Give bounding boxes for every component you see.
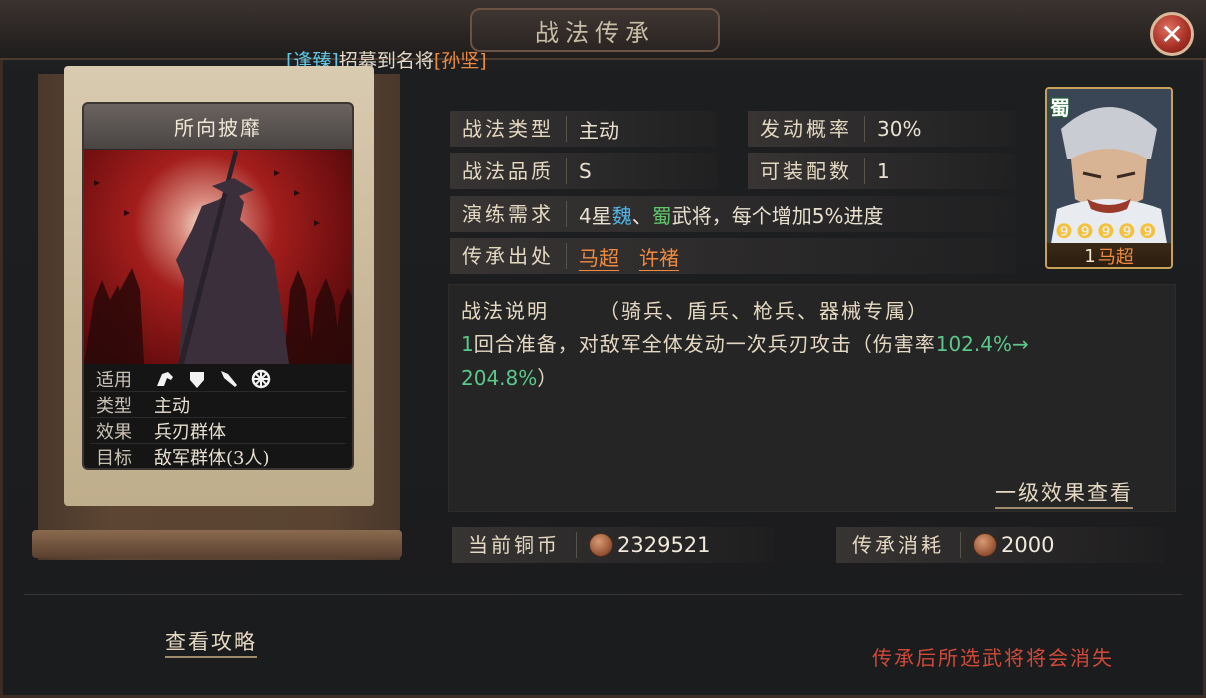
copper-coin-icon	[589, 533, 613, 557]
description-close: ）	[537, 366, 559, 390]
general-name-plate: 1 马超	[1047, 243, 1171, 268]
origin-link-xuchu[interactable]: 许褚	[639, 245, 679, 271]
inherit-cost-row: 传承消耗 2000	[836, 527, 1164, 563]
skill-quality-value: S	[579, 159, 592, 183]
general-name: 马超	[1097, 247, 1134, 268]
general-level: 1	[1084, 245, 1096, 267]
training-requirement-row: 演练需求 4星魏、蜀武将，每个增加5%进度	[450, 196, 1016, 232]
footer-divider	[24, 594, 1182, 595]
training-requirement-label: 演练需求	[450, 201, 567, 227]
troop-type-icons	[154, 368, 272, 390]
skill-quality-row: 战法品质 S	[450, 153, 718, 189]
skill-quality-label: 战法品质	[450, 158, 567, 184]
trigger-rate-value: 30%	[877, 117, 922, 141]
trigger-rate-row: 发动概率 30%	[748, 111, 1016, 147]
skill-type-row: 战法类型 主动	[450, 111, 718, 147]
target-value: 敌军群体(3人)	[154, 448, 270, 469]
star-icon: ❾	[1117, 219, 1136, 243]
train-shu: 蜀	[651, 203, 672, 228]
equip-count-label: 可装配数	[748, 158, 865, 184]
inherit-cost-label: 传承消耗	[836, 532, 961, 558]
faction-badge: 蜀	[1050, 96, 1070, 120]
cavalry-icon	[157, 371, 173, 386]
skill-origin-links: 马超 许褚	[567, 242, 699, 271]
close-icon: ✕	[1160, 17, 1184, 51]
inherit-warning: 传承后所选武将将会消失	[872, 646, 1114, 670]
description-tags: （骑兵、盾兵、枪兵、器械专属）	[599, 299, 929, 323]
notice-general: [孙坚]	[433, 50, 487, 72]
skill-name: 所向披靡	[84, 104, 352, 150]
skill-card: 所向披靡 适用 类型 主动 效果 兵刃群体 目标 敌军群体(3人)	[82, 102, 354, 470]
star-rating: ❾❾❾❾❾	[1055, 219, 1167, 243]
shield-icon	[190, 371, 204, 388]
prep-rounds: 1	[461, 332, 474, 356]
scroll-roller	[32, 530, 402, 558]
page-title: 战法传承	[470, 8, 720, 52]
star-icon: ❾	[1075, 219, 1094, 243]
view-guide-link[interactable]: 查看攻略	[165, 626, 257, 658]
applicable-label: 适用	[96, 369, 132, 391]
train-suffix: 武将，每个增加5%进度	[671, 203, 884, 228]
general-portrait-card[interactable]: 蜀 ❾❾❾❾❾ 1 马超	[1045, 87, 1173, 269]
current-coins-value: 2329521	[617, 533, 711, 557]
view-level1-effect-link[interactable]: 一级效果查看	[995, 477, 1133, 509]
warrior-silhouette-art	[84, 150, 352, 364]
spear-icon	[221, 370, 237, 387]
equip-count-value: 1	[877, 159, 890, 183]
train-prefix: 4星	[579, 203, 612, 228]
target-label: 目标	[96, 448, 132, 469]
close-button[interactable]: ✕	[1150, 12, 1194, 56]
train-sep: 、	[631, 203, 652, 228]
skill-origin-label: 传承出处	[450, 243, 567, 269]
skill-row-type: 类型 主动	[90, 392, 346, 418]
description-body: 回合准备，对敌军全体发动一次兵刃攻击（伤害率	[473, 332, 936, 356]
current-coins-label: 当前铜币	[452, 532, 577, 558]
inherit-cost-value: 2000	[1001, 533, 1055, 557]
description-text: 1回合准备，对敌军全体发动一次兵刃攻击（伤害率102.4%→ 204.8%）	[461, 327, 1169, 395]
skill-artwork	[84, 150, 352, 364]
skill-row-target: 目标 敌军群体(3人)	[90, 444, 346, 469]
effect-value: 兵刃群体	[154, 421, 226, 443]
equip-count-row: 可装配数 1	[748, 153, 1016, 189]
current-coins-value-wrap: 2329521	[577, 533, 711, 557]
skill-origin-row: 传承出处 马超 许褚	[450, 238, 1016, 274]
current-coins-row: 当前铜币 2329521	[452, 527, 774, 563]
skill-row-effect: 效果 兵刃群体	[90, 418, 346, 444]
damage-rate-end: 204.8%	[461, 366, 538, 390]
skill-info-table: 适用 类型 主动 效果 兵刃群体 目标 敌军群体(3人)	[84, 364, 352, 469]
skill-description-panel: 战法说明 （骑兵、盾兵、枪兵、器械专属） 1回合准备，对敌军全体发动一次兵刃攻击…	[448, 284, 1176, 512]
train-wei: 魏	[611, 203, 632, 228]
training-requirement-value: 4星魏、蜀武将，每个增加5%进度	[567, 200, 883, 229]
skill-type-value: 主动	[579, 118, 619, 143]
skill-type-label: 战法类型	[450, 116, 567, 142]
type-value: 主动	[154, 395, 190, 417]
skill-row-applicable: 适用	[90, 366, 346, 392]
inherit-cost-value-wrap: 2000	[961, 533, 1054, 557]
type-label: 类型	[96, 395, 132, 417]
description-title: 战法说明	[461, 299, 549, 323]
trigger-rate-label: 发动概率	[748, 116, 865, 142]
effect-label: 效果	[96, 421, 132, 443]
origin-link-machao[interactable]: 马超	[579, 245, 619, 271]
damage-rate-start: 102.4%→	[935, 332, 1029, 356]
star-icon: ❾	[1055, 219, 1073, 243]
copper-coin-icon	[973, 533, 997, 557]
star-icon: ❾	[1096, 219, 1115, 243]
star-icon: ❾	[1138, 219, 1157, 243]
siege-icon	[251, 369, 271, 388]
